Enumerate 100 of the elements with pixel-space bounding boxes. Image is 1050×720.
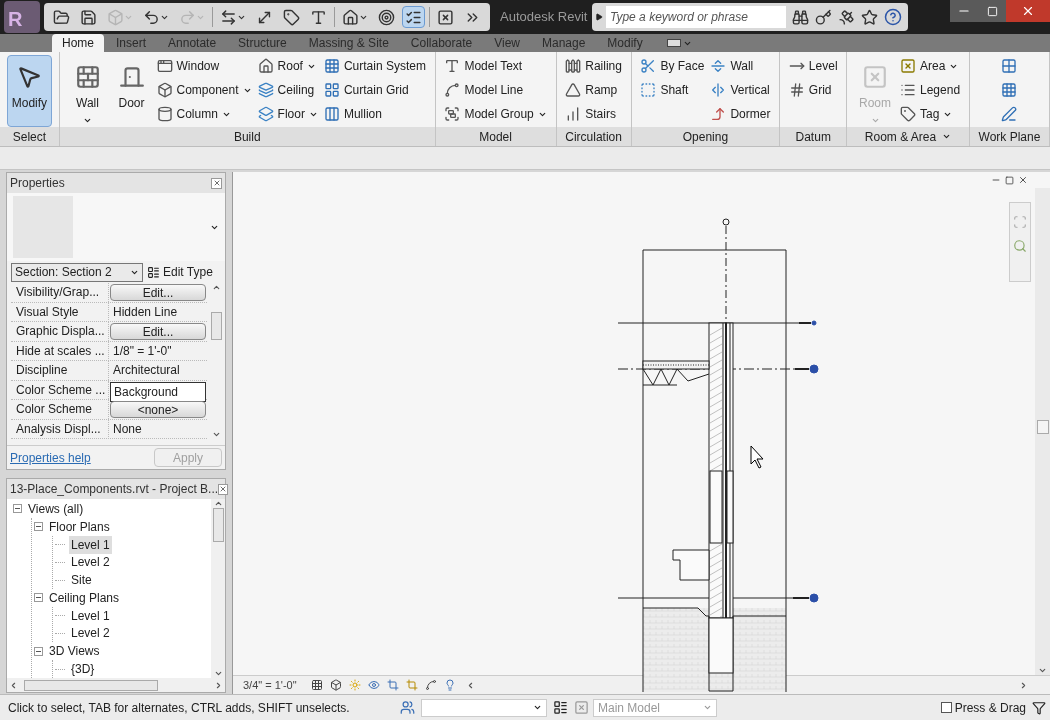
tree-item[interactable]: Level 1 xyxy=(69,606,112,625)
tool-button[interactable]: By Face xyxy=(638,55,707,77)
tool-button[interactable]: Window xyxy=(154,55,254,77)
search-field[interactable]: Type a keyword or phrase xyxy=(606,6,786,28)
collapse-toggle[interactable] xyxy=(34,522,43,532)
tool-button[interactable]: Dormer xyxy=(708,103,773,125)
shadows-icon[interactable] xyxy=(367,679,380,691)
tool-button[interactable]: Level xyxy=(786,55,840,77)
tool-button[interactable]: Wall xyxy=(708,55,773,77)
tool-button[interactable]: Column xyxy=(154,103,254,125)
tool-button[interactable]: Curtain Grid xyxy=(321,79,428,101)
tree-item[interactable]: Level 2 xyxy=(69,553,112,572)
tool-button[interactable]: Roof xyxy=(255,55,320,77)
close-button[interactable] xyxy=(218,483,229,495)
scrollbar-thumb[interactable] xyxy=(210,312,222,340)
tree-item[interactable]: Ceiling Plans xyxy=(47,588,122,607)
maximize-button[interactable] xyxy=(978,0,1006,22)
tool-button[interactable]: Wall xyxy=(66,55,109,127)
worksets-icon[interactable] xyxy=(400,700,415,715)
dormer-icon xyxy=(710,106,727,122)
tool-button[interactable]: Stairs xyxy=(563,103,624,125)
detail-level-icon[interactable] xyxy=(310,679,323,691)
restore-icon[interactable] xyxy=(1005,175,1014,185)
panel-menu-icon[interactable] xyxy=(942,132,952,141)
visual-style-icon[interactable] xyxy=(329,679,342,691)
scrollbar[interactable] xyxy=(7,678,225,692)
lightbulb-icon[interactable] xyxy=(443,679,456,691)
editing-requests-icon[interactable] xyxy=(553,700,568,715)
ceiling-icon xyxy=(257,82,274,98)
panel-title: Select xyxy=(0,127,59,146)
collapse-toggle[interactable] xyxy=(34,646,43,656)
ref-plane-icon xyxy=(1001,106,1018,122)
tool-button[interactable]: Shaft xyxy=(638,79,707,101)
toolbar-button[interactable] xyxy=(402,6,425,28)
star-icon[interactable] xyxy=(861,8,878,26)
tool-button[interactable]: Floor xyxy=(255,103,320,125)
view-scale[interactable]: 3/4" = 1'-0" xyxy=(233,676,311,694)
close-icon[interactable] xyxy=(1018,175,1028,185)
tool-button[interactable]: Ceiling xyxy=(255,79,320,101)
satellite-icon[interactable] xyxy=(838,8,855,26)
tree-item[interactable]: Level 2 xyxy=(69,624,112,643)
scrollbar[interactable] xyxy=(1035,188,1050,675)
collapse-toggle[interactable] xyxy=(34,593,43,603)
properties-help-link[interactable]: Properties help xyxy=(10,448,91,467)
tool-button[interactable]: Component xyxy=(154,79,254,101)
temporary-hide-icon[interactable] xyxy=(424,679,437,691)
property-button[interactable]: Edit... xyxy=(110,323,206,340)
scrollbar-thumb[interactable] xyxy=(24,679,158,691)
tool-button[interactable]: Tag xyxy=(898,103,963,125)
scroll-right-icon[interactable] xyxy=(1019,680,1028,690)
help-icon[interactable] xyxy=(884,8,902,26)
scrollbar-thumb[interactable] xyxy=(1036,420,1049,434)
property-value: 1/8" = 1'-0" xyxy=(112,342,173,360)
collapse-toggle[interactable] xyxy=(13,504,22,514)
minimize-button[interactable] xyxy=(950,0,978,22)
tree-item[interactable]: Level 1 xyxy=(69,535,112,554)
tool-button[interactable]: Model Group xyxy=(442,103,549,125)
tree-item[interactable]: Views (all) xyxy=(26,499,86,518)
crop-icon[interactable] xyxy=(386,679,399,691)
scroll-down-icon[interactable] xyxy=(1038,666,1047,675)
tool-button[interactable]: Mullion xyxy=(321,103,428,125)
scroll-down-icon[interactable] xyxy=(213,669,223,678)
tree-item[interactable]: Site xyxy=(69,571,94,590)
tool-button[interactable]: Grid xyxy=(786,79,840,101)
type-selector[interactable]: Section: Section 2 xyxy=(11,262,143,282)
filter-icon[interactable] xyxy=(1032,700,1046,715)
tool-button[interactable]: Door xyxy=(110,55,153,127)
property-button[interactable]: Edit... xyxy=(110,284,206,301)
property-value: Architectural xyxy=(112,362,181,379)
edit-type-button[interactable]: Edit Type xyxy=(147,263,213,281)
property-field[interactable]: Background xyxy=(110,381,206,402)
scrollbar[interactable] xyxy=(211,499,225,678)
tree-item[interactable]: Floor Plans xyxy=(47,517,112,536)
binoculars-icon[interactable] xyxy=(792,8,809,26)
maximize-icon xyxy=(986,5,998,17)
scroll-left-icon[interactable] xyxy=(9,680,18,690)
tool-button[interactable]: Legend xyxy=(898,79,963,101)
tree-item[interactable]: 3D Views xyxy=(47,642,102,661)
scrollbar[interactable] xyxy=(209,283,223,439)
close-button[interactable] xyxy=(211,177,222,189)
panel-title: Build xyxy=(59,127,435,146)
tree-item[interactable]: {3D} xyxy=(69,660,97,678)
scrollbar-thumb[interactable] xyxy=(212,508,224,542)
tool-button[interactable]: Railing xyxy=(563,55,624,77)
ribbon-tab[interactable]: Home xyxy=(52,34,104,52)
tool-button[interactable]: Area xyxy=(898,55,963,77)
tool-button[interactable]: Vertical xyxy=(708,79,773,101)
tool-button[interactable]: Model Text xyxy=(442,55,549,77)
tool-button[interactable]: Model Line xyxy=(442,79,549,101)
key-icon[interactable] xyxy=(815,8,832,26)
tool-button[interactable]: Curtain System xyxy=(321,55,428,77)
press-drag-checkbox[interactable]: Press & Drag xyxy=(940,698,1026,717)
by-face-icon xyxy=(640,58,657,74)
scroll-right-icon[interactable] xyxy=(214,680,223,690)
scroll-down-icon[interactable] xyxy=(211,430,221,439)
scroll-up-icon[interactable] xyxy=(211,283,221,292)
scroll-up-icon[interactable] xyxy=(213,499,223,508)
property-name: Color Scheme xyxy=(11,400,109,419)
tool-button[interactable]: Ramp xyxy=(563,79,624,101)
tool-button[interactable]: Modify xyxy=(6,55,53,127)
